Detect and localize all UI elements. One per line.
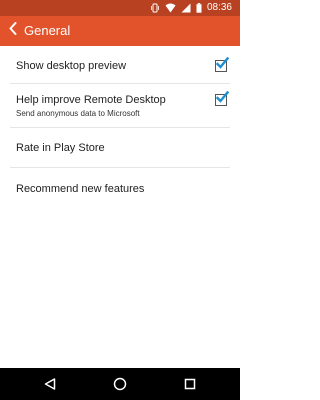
nav-home-button[interactable] — [100, 368, 140, 400]
setting-help-improve[interactable]: Help improve Remote Desktop Send anonymo… — [10, 84, 230, 128]
back-button[interactable] — [2, 16, 24, 46]
wifi-icon — [165, 3, 176, 13]
setting-title: Recommend new features — [16, 183, 145, 195]
status-icons: 08:36 — [150, 0, 240, 16]
vibrate-icon — [150, 3, 160, 13]
show-desktop-preview-checkbox[interactable] — [215, 56, 229, 72]
recents-square-icon — [184, 378, 196, 390]
settings-list: Show desktop preview Help improve Remote… — [0, 46, 240, 208]
setting-show-desktop-preview[interactable]: Show desktop preview — [10, 46, 230, 84]
setting-rate-play-store[interactable]: Rate in Play Store — [10, 128, 230, 168]
setting-title: Show desktop preview — [16, 60, 127, 72]
setting-title: Rate in Play Store — [16, 142, 105, 154]
nav-recents-button[interactable] — [170, 368, 210, 400]
setting-title: Help improve Remote Desktop — [16, 94, 166, 106]
back-triangle-icon — [44, 378, 56, 390]
checkmark-icon — [215, 56, 229, 69]
signal-icon — [181, 3, 191, 13]
battery-icon — [196, 3, 202, 13]
setting-subtitle: Send anonymous data to Microsoft — [16, 109, 140, 118]
status-time: 08:36 — [206, 2, 232, 13]
app-bar: General — [0, 16, 240, 46]
help-improve-checkbox[interactable] — [215, 90, 229, 106]
page-title: General — [24, 23, 71, 38]
home-circle-icon — [113, 377, 127, 391]
navigation-bar — [0, 368, 240, 400]
checkmark-icon — [215, 90, 229, 103]
chevron-left-icon — [9, 22, 17, 40]
setting-recommend-features[interactable]: Recommend new features — [10, 168, 230, 208]
status-bar: 08:36 — [0, 0, 240, 16]
nav-back-button[interactable] — [30, 368, 70, 400]
